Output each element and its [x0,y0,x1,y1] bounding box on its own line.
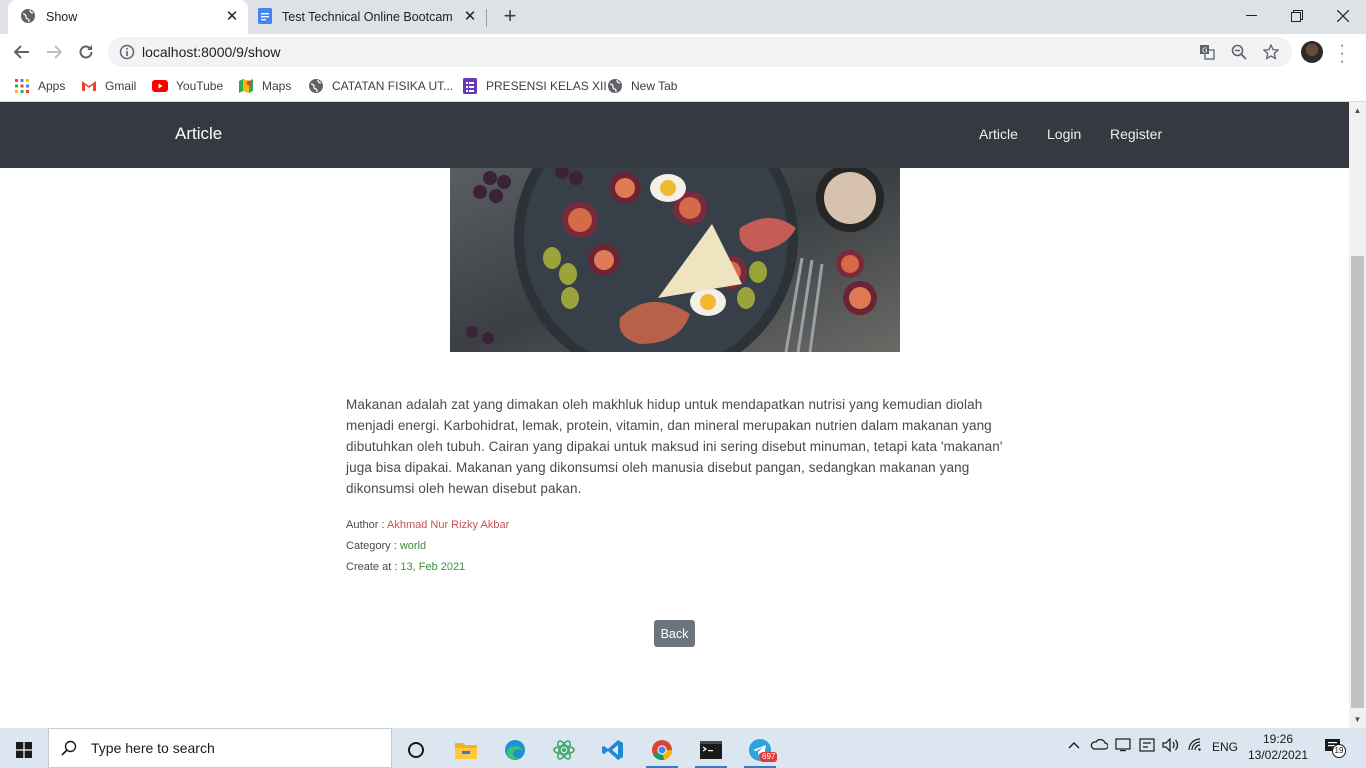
tab-title: Show [46,10,78,24]
bookmark-label: Maps [262,79,292,93]
reload-icon[interactable] [72,38,100,66]
bookmark-label: YouTube [176,79,224,93]
input-method-icon[interactable] [1139,738,1155,755]
system-clock[interactable]: 19:26 13/02/2021 [1246,731,1310,763]
address-bar[interactable]: localhost:8000/9/show G [108,37,1292,67]
bookmark-catatan-fisika[interactable]: CATATAN FISIKA UT... [308,76,453,96]
new-tab-button[interactable]: + [498,5,522,29]
taskbar-search[interactable]: Type here to search [48,728,392,768]
tab-separator [486,9,487,27]
back-arrow-icon[interactable] [8,38,36,66]
show-hidden-icons-icon[interactable] [1068,738,1080,752]
created-value: 13, Feb 2021 [400,561,466,573]
browser-menu-icon[interactable]: · · · [1336,38,1348,70]
scrollbar-thumb[interactable] [1351,256,1364,708]
search-icon [61,740,77,756]
page-viewport: Article Article Login Register Makanan a… [0,102,1366,728]
tab-test-technical[interactable]: Test Technical Online Bootcamp D ✕ [250,0,486,34]
scroll-up-arrow-icon[interactable]: ▲ [1349,102,1366,119]
scroll-down-arrow-icon[interactable]: ▼ [1349,711,1366,728]
chrome-icon[interactable] [642,732,682,768]
site-brand[interactable]: Article [175,124,222,144]
gmail-icon [81,78,97,94]
clock-time: 19:26 [1262,732,1294,746]
browser-toolbar: localhost:8000/9/show G · · · [0,34,1366,70]
restore-button[interactable] [1274,0,1320,32]
globe-icon [20,8,36,27]
close-tab-icon[interactable]: ✕ [224,9,240,25]
forms-icon [462,78,478,94]
info-icon[interactable] [118,43,136,61]
clock-date: 13/02/2021 [1247,748,1309,762]
page-scrollbar[interactable]: ▲ ▼ [1349,102,1366,728]
author-name: Akhmad Nur Rizky Akbar [386,519,510,531]
article-meta: Author : Akhmad Nur Rizky Akbar Category… [346,515,1006,578]
article-body: Makanan adalah zat yang dimakan oleh mak… [346,397,1003,496]
created-row: Create at : 13, Feb 2021 [346,557,1006,578]
bookmark-gmail[interactable]: Gmail [81,76,136,96]
youtube-icon [152,78,168,94]
forward-arrow-icon[interactable] [40,38,68,66]
bookmarks-bar: Apps Gmail YouTube Maps CATATAN FISIKA U… [0,70,1366,102]
bookmark-label: Apps [38,79,66,93]
created-label: Create at : [346,561,398,573]
svg-text:G: G [1202,47,1207,55]
close-window-button[interactable] [1320,0,1366,32]
nav-link-register[interactable]: Register [1110,126,1162,142]
article-content: Makanan adalah zat yang dimakan oleh mak… [346,394,1006,578]
author-label: Author : [346,519,385,531]
globe-icon [607,78,623,94]
close-tab-icon[interactable]: ✕ [462,9,478,25]
telegram-badge: 697 [760,752,778,762]
url-text: localhost:8000/9/show [142,44,281,60]
apps-grid-icon [14,78,30,94]
telegram-icon[interactable]: 697 [740,732,780,768]
category-row: Category : world [346,536,1006,557]
docs-icon [258,7,272,27]
article-image [450,168,900,352]
bookmark-maps[interactable]: Maps [238,76,291,96]
volume-icon[interactable] [1162,737,1180,755]
bookmark-label: New Tab [631,79,678,93]
category-label: Category : [346,540,397,552]
vscode-icon[interactable] [593,732,633,768]
profile-avatar[interactable] [1301,41,1323,63]
back-button[interactable]: Back [654,620,695,647]
notification-center-icon[interactable]: 19 [1324,738,1346,759]
tab-show[interactable]: Show ✕ [8,0,248,34]
terminal-icon[interactable] [691,732,731,768]
bookmark-youtube[interactable]: YouTube [152,76,223,96]
author-row: Author : Akhmad Nur Rizky Akbar [346,515,1006,536]
task-view-icon[interactable] [396,732,436,768]
browser-tab-strip: Show ✕ Test Technical Online Bootcamp D … [0,0,1366,34]
nav-link-article[interactable]: Article [979,126,1018,142]
site-navbar: Article Article Login Register [0,102,1349,168]
display-settings-icon[interactable] [1115,738,1131,755]
translate-icon[interactable]: G [1198,43,1216,61]
globe-icon [308,78,324,94]
windows-start-icon[interactable] [4,732,44,768]
zoom-icon[interactable] [1230,43,1248,61]
bookmark-label: Gmail [105,79,137,93]
onedrive-icon[interactable] [1090,738,1109,753]
search-placeholder: Type here to search [91,740,215,756]
bookmark-star-icon[interactable] [1262,43,1280,61]
atom-editor-icon[interactable] [544,732,584,768]
notification-count: 19 [1332,744,1346,758]
nav-link-login[interactable]: Login [1047,126,1081,142]
bookmark-presensi[interactable]: PRESENSI KELAS XII [462,76,607,96]
category-value: world [399,540,427,552]
bookmark-new-tab[interactable]: New Tab [607,76,677,96]
bookmark-label: CATATAN FISIKA UT... [332,79,454,93]
file-explorer-icon[interactable] [446,732,486,768]
wifi-icon[interactable] [1188,738,1204,755]
bookmark-apps[interactable]: Apps [14,76,65,96]
windows-taskbar: Type here to search 697 ENG 19:26 13/02/… [0,728,1366,768]
maps-icon [238,78,254,94]
tab-title: Test Technical Online Bootcamp D [282,10,452,24]
edge-icon[interactable] [495,732,535,768]
language-indicator[interactable]: ENG [1212,740,1238,754]
minimize-button[interactable] [1228,0,1274,32]
bookmark-label: PRESENSI KELAS XII [486,79,607,93]
